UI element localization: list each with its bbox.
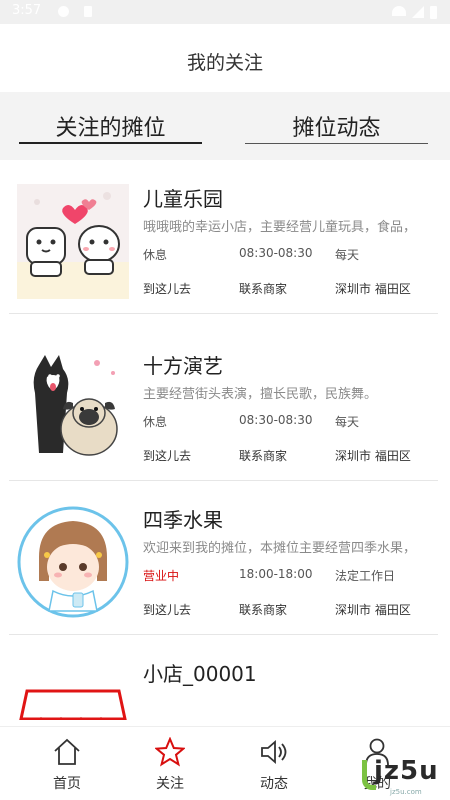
stall-card[interactable]: 十方演艺 主要经营街头表演，擅长民歌，民族舞。 休息 08:30-08:30 每…	[0, 327, 450, 481]
stall-card[interactable]: 儿童乐园 哦哦哦的幸运小店，主要经营儿童玩具，食品， 休息 08:30-08:3…	[0, 160, 450, 314]
nav-label: 首页	[53, 776, 81, 792]
contact-merchant-link[interactable]: 联系商家	[239, 447, 287, 464]
shop-awning-image	[17, 659, 129, 720]
stall-description: 主要经营街头表演，擅长民歌，民族舞。	[143, 387, 378, 402]
home-icon	[54, 738, 80, 765]
divider	[9, 313, 438, 314]
signal-icon	[412, 6, 424, 18]
stall-status: 休息	[143, 248, 168, 262]
stall-days: 每天	[335, 415, 360, 429]
tab-label: 摊位动态	[292, 116, 381, 141]
girl-avatar-image	[17, 506, 129, 618]
title-bar: 我的关注	[0, 24, 450, 92]
nav-label: 动态	[260, 776, 288, 792]
contact-merchant-link[interactable]: 联系商家	[239, 601, 287, 618]
stall-location: 深圳市 福田区	[335, 603, 411, 617]
stall-days: 每天	[335, 248, 360, 262]
stall-hours: 18:00-18:00	[239, 567, 313, 581]
tab-underline	[245, 143, 428, 144]
nav-home[interactable]: 首页	[22, 733, 112, 799]
gear-icon	[58, 6, 69, 17]
stall-location: 深圳市 福田区	[335, 282, 411, 296]
contact-merchant-link[interactable]: 联系商家	[239, 280, 287, 297]
go-there-link[interactable]: 到这儿去	[143, 447, 191, 464]
tab-label: 关注的摊位	[55, 116, 166, 141]
watermark-subtext: jz5u.com	[390, 788, 422, 796]
stall-hours: 08:30-08:30	[239, 413, 313, 427]
status-time: 3:57	[12, 3, 42, 18]
watermark-text: jz5u	[374, 756, 439, 786]
stall-days: 法定工作日	[335, 569, 396, 583]
nav-follow[interactable]: 关注	[125, 733, 215, 799]
tab-bar: 关注的摊位 摊位动态	[0, 92, 450, 160]
stall-thumbnail	[17, 184, 129, 299]
stall-thumbnail	[17, 659, 129, 720]
status-bar: 3:57	[0, 0, 450, 24]
tab-stall-updates[interactable]: 摊位动态	[245, 92, 428, 160]
stall-thumbnail	[17, 351, 129, 466]
battery-icon	[430, 6, 437, 19]
watermark-logo: jz5u jz5u.com	[362, 756, 448, 798]
stall-name: 小店_00001	[143, 662, 257, 686]
stall-hours: 08:30-08:30	[239, 246, 313, 260]
stall-thumbnail	[17, 505, 129, 620]
stall-location: 深圳市 福田区	[335, 449, 411, 463]
stall-status: 营业中	[143, 569, 180, 583]
stall-description: 欢迎来到我的摊位，本摊位主要经营四季水果，	[143, 541, 417, 556]
nav-label: 关注	[156, 776, 184, 792]
go-there-link[interactable]: 到这儿去	[143, 601, 191, 618]
stall-name: 十方演艺	[143, 354, 223, 378]
sd-card-icon	[84, 6, 92, 17]
stall-list[interactable]: 儿童乐园 哦哦哦的幸运小店，主要经营儿童玩具，食品， 休息 08:30-08:3…	[0, 160, 450, 720]
star-icon	[155, 737, 185, 767]
tab-underline	[19, 142, 202, 144]
dogs-image	[17, 351, 129, 466]
speaker-icon	[261, 740, 287, 764]
tab-followed-stalls[interactable]: 关注的摊位	[19, 92, 202, 160]
stall-name: 四季水果	[143, 508, 223, 532]
wifi-icon	[392, 6, 406, 16]
stall-name: 儿童乐园	[143, 187, 223, 211]
nav-updates[interactable]: 动态	[229, 733, 319, 799]
stall-description: 哦哦哦的幸运小店，主要经营儿童玩具，食品，	[143, 220, 417, 235]
page-title: 我的关注	[186, 52, 263, 74]
go-there-link[interactable]: 到这儿去	[143, 280, 191, 297]
stall-card[interactable]: 四季水果 欢迎来到我的摊位，本摊位主要经营四季水果， 营业中 18:00-18:…	[0, 481, 450, 635]
stall-status: 休息	[143, 415, 168, 429]
cartoon-couple-image	[17, 184, 129, 299]
stall-card[interactable]: 小店_00001	[0, 635, 450, 720]
